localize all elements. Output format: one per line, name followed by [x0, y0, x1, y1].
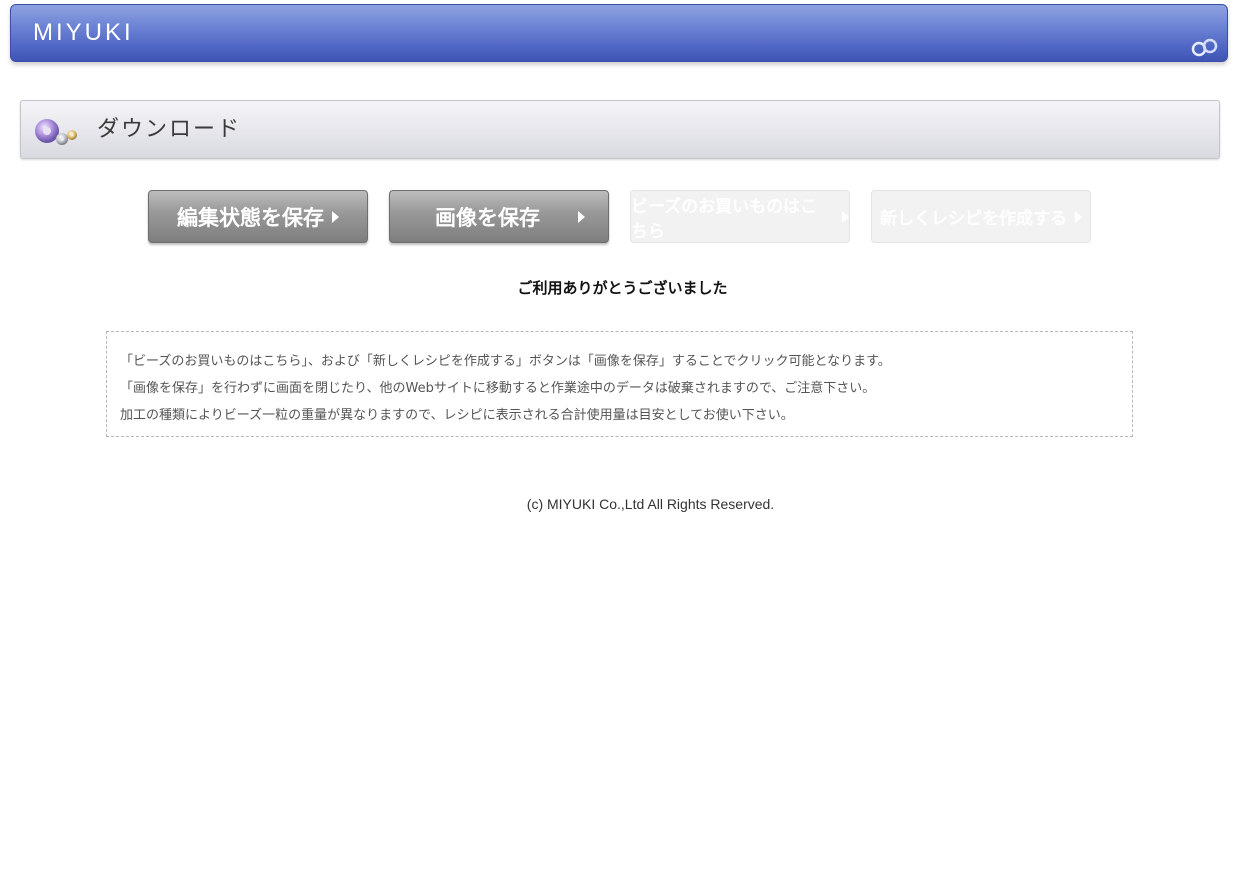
miyuki-logo: MIYUKI [33, 19, 134, 46]
notice-box: 「ビーズのお買いものはこちら」、および「新しくレシピを作成する」ボタンは「画像を… [106, 331, 1133, 437]
thanks-message: ご利用ありがとうございました [517, 279, 728, 297]
notice-line: 「画像を保存」を行わずに画面を閉じたり、他のWebサイトに移動すると作業途中のデ… [120, 381, 876, 396]
notice-line: 加工の種類によりビーズ一粒の重量が異なりますので、レシピに表示される合計使用量は… [120, 408, 794, 423]
new-recipe-label: 新しくレシピを作成する [880, 209, 1067, 229]
arrow-right-icon [1075, 210, 1082, 223]
buy-beads-label: ビーズのお買いものはこちら [631, 196, 818, 242]
buy-beads-button[interactable]: ビーズのお買いものはこちら [630, 190, 850, 243]
section-title: ダウンロード [97, 117, 242, 142]
save-state-button[interactable]: 編集状態を保存 [148, 190, 368, 243]
save-image-button[interactable]: 画像を保存 [389, 190, 609, 243]
save-state-label: 編集状態を保存 [177, 205, 324, 230]
header-bar: MIYUKI [10, 4, 1228, 62]
section-header: ダウンロード [20, 100, 1220, 159]
new-recipe-button[interactable]: 新しくレシピを作成する [871, 190, 1091, 243]
arrow-right-icon [332, 210, 339, 223]
rings-icon [1191, 38, 1218, 57]
arrow-right-icon [842, 210, 849, 223]
arrow-right-icon [578, 210, 585, 223]
notice-line: 「ビーズのお買いものはこちら」、および「新しくレシピを作成する」ボタンは「画像を… [120, 354, 891, 369]
beads-icon [35, 119, 77, 145]
copyright-footer: (c) MIYUKI Co.,Ltd All Rights Reserved. [526, 496, 775, 512]
save-image-label: 画像を保存 [435, 205, 540, 230]
